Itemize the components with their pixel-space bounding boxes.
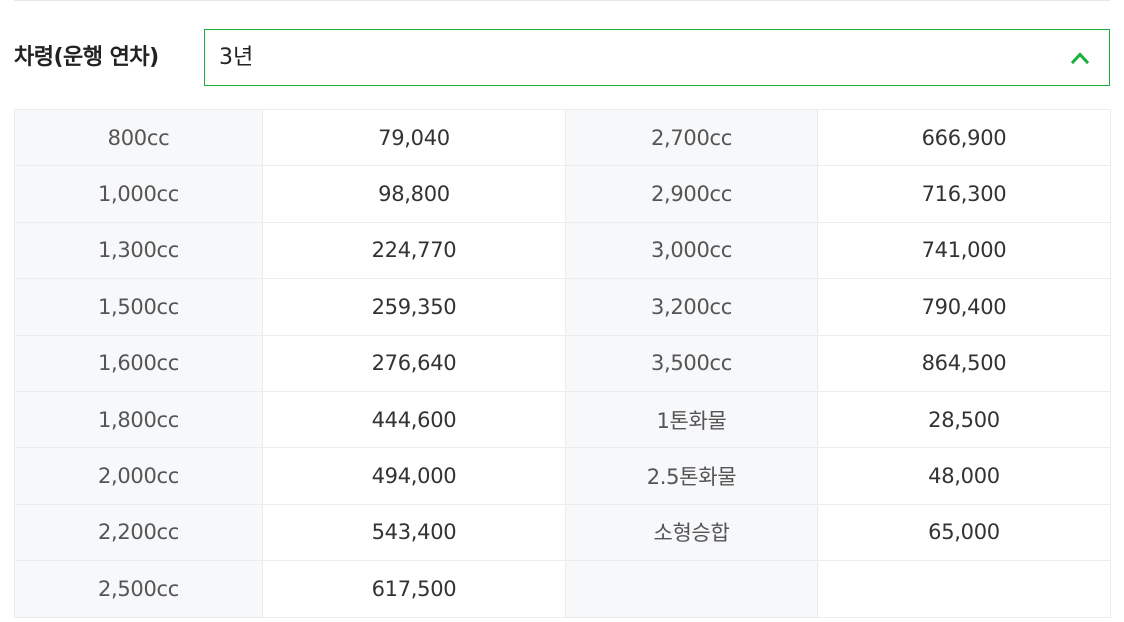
vehicle-class-cell: 1,800cc <box>14 390 263 449</box>
vehicle-class-cell: 3,000cc <box>565 221 818 280</box>
vehicle-class-cell: 3,200cc <box>565 278 818 336</box>
vehicle-class-cell: 2,900cc <box>565 165 818 223</box>
table-row: 1,300cc 224,770 3,000cc 741,000 <box>14 221 1111 280</box>
tax-amount-cell: 224,770 <box>262 221 566 280</box>
chevron-up-icon[interactable] <box>1071 49 1089 67</box>
top-divider <box>14 0 1110 1</box>
table-row: 1,600cc 276,640 3,500cc 864,500 <box>14 334 1111 392</box>
table-row: 2,200cc 543,400 소형승합 65,000 <box>14 503 1111 562</box>
tax-amount-cell: 864,500 <box>817 334 1111 392</box>
tax-amount-cell: 98,800 <box>262 165 566 223</box>
tax-amount-cell: 617,500 <box>262 560 566 618</box>
tax-amount-cell: 65,000 <box>817 503 1111 562</box>
table-row: 1,500cc 259,350 3,200cc 790,400 <box>14 278 1111 336</box>
vehicle-class-cell: 1,300cc <box>14 221 263 280</box>
tax-amount-cell: 790,400 <box>817 278 1111 336</box>
vehicle-class-cell: 1,000cc <box>14 165 263 223</box>
vehicle-class-cell: 1톤화물 <box>565 390 818 449</box>
tax-amount-cell: 79,040 <box>262 108 566 167</box>
vehicle-class-cell: 800cc <box>14 108 263 167</box>
table-row: 1,000cc 98,800 2,900cc 716,300 <box>14 165 1111 223</box>
vehicle-class-cell: 2,200cc <box>14 503 263 562</box>
vehicle-class-cell <box>565 560 818 618</box>
tax-amount-cell: 494,000 <box>262 447 566 505</box>
table-row: 2,500cc 617,500 <box>14 560 1111 618</box>
tax-amount-cell <box>817 560 1111 618</box>
tax-amount-cell: 543,400 <box>262 503 566 562</box>
vehicle-class-cell: 2,700cc <box>565 108 818 167</box>
tax-amount-cell: 716,300 <box>817 165 1111 223</box>
vehicle-class-cell: 1,600cc <box>14 334 263 392</box>
vehicle-age-label: 차령(운행 연차) <box>14 45 159 70</box>
vehicle-class-cell: 2,500cc <box>14 560 263 618</box>
tax-amount-cell: 28,500 <box>817 390 1111 449</box>
vehicle-age-selector-row: 차령(운행 연차) 3년 <box>14 29 1110 86</box>
vehicle-age-dropdown[interactable]: 3년 <box>204 29 1110 86</box>
table-row: 1,800cc 444,600 1톤화물 28,500 <box>14 390 1111 449</box>
tax-amount-cell: 48,000 <box>817 447 1111 505</box>
tax-amount-cell: 444,600 <box>262 390 566 449</box>
vehicle-age-selected-value: 3년 <box>219 45 254 70</box>
table-row: 800cc 79,040 2,700cc 666,900 <box>14 108 1111 167</box>
vehicle-class-cell: 2,000cc <box>14 447 263 505</box>
tax-amount-cell: 276,640 <box>262 334 566 392</box>
tax-amount-cell: 741,000 <box>817 221 1111 280</box>
tax-amount-cell: 666,900 <box>817 108 1111 167</box>
vehicle-class-cell: 2.5톤화물 <box>565 447 818 505</box>
vehicle-class-cell: 3,500cc <box>565 334 818 392</box>
vehicle-class-cell: 소형승합 <box>565 503 818 562</box>
tax-amount-cell: 259,350 <box>262 278 566 336</box>
vehicle-class-cell: 1,500cc <box>14 278 263 336</box>
table-row: 2,000cc 494,000 2.5톤화물 48,000 <box>14 447 1111 505</box>
tax-rate-table: 800cc 79,040 2,700cc 666,900 1,000cc 98,800 2,… <box>14 108 1111 618</box>
